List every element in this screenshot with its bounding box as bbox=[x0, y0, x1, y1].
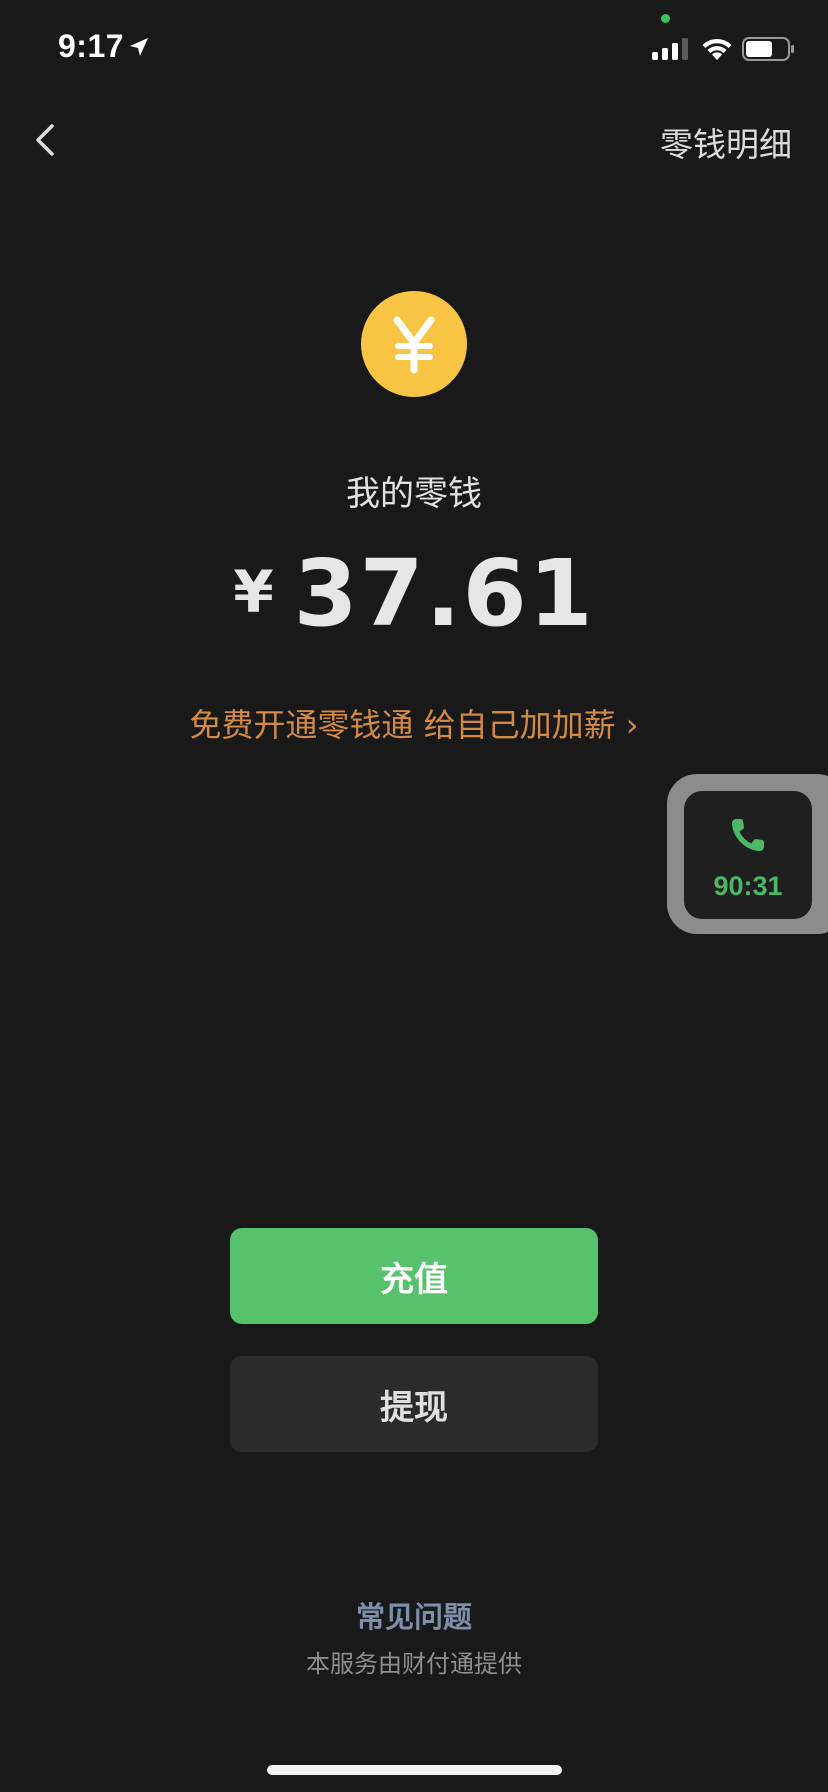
balance-amount: ¥37.61 bbox=[0, 540, 828, 647]
withdraw-button[interactable]: 提现 bbox=[230, 1356, 598, 1452]
location-arrow-icon bbox=[130, 38, 148, 56]
battery-icon bbox=[742, 37, 794, 61]
status-time: 9:17 bbox=[58, 28, 125, 64]
balance-value: 37.61 bbox=[293, 540, 595, 647]
yuan-coin-icon bbox=[361, 291, 467, 397]
status-bar: 9:17 bbox=[0, 0, 828, 100]
promo-link[interactable]: 免费开通零钱通 给自己加加薪 › bbox=[0, 700, 828, 746]
balance-label: 我的零钱 bbox=[346, 474, 482, 514]
floating-call-widget[interactable]: 90:31 bbox=[667, 774, 828, 934]
yuan-symbol-icon bbox=[393, 316, 435, 374]
call-widget-inner: 90:31 bbox=[684, 791, 812, 919]
call-timer: 90:31 bbox=[713, 871, 783, 901]
change-details-link[interactable]: 零钱明细 bbox=[660, 118, 792, 166]
faq-link[interactable]: 常见问题 bbox=[0, 1594, 828, 1636]
currency-symbol: ¥ bbox=[233, 558, 274, 626]
cellular-signal-icon bbox=[652, 38, 688, 60]
phone-icon bbox=[732, 819, 764, 851]
provider-note: 本服务由财付通提供 bbox=[306, 1650, 522, 1678]
chevron-left-icon[interactable] bbox=[28, 118, 64, 162]
privacy-indicator-dot bbox=[661, 14, 670, 23]
wifi-icon bbox=[702, 38, 732, 60]
home-indicator[interactable] bbox=[267, 1765, 562, 1775]
recharge-button[interactable]: 充值 bbox=[230, 1228, 598, 1324]
